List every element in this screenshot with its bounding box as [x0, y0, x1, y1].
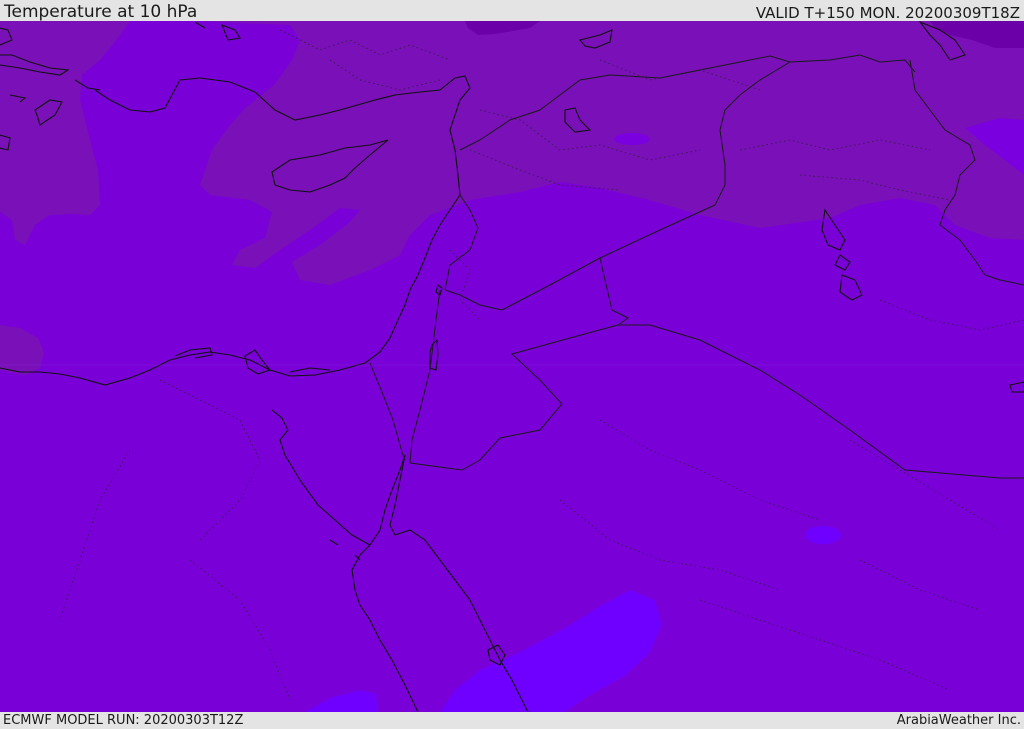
brand-label: ArabiaWeather Inc. [896, 713, 1021, 728]
temperature-blob-north [614, 133, 650, 145]
header-bar: Temperature at 10 hPa VALID T+150 MON. 2… [0, 0, 1024, 21]
temperature-map[interactable] [0, 21, 1024, 712]
footer-bar: ECMWF MODEL RUN: 20200303T12Z ArabiaWeat… [0, 712, 1024, 729]
valid-time: VALID T+150 MON. 20200309T18Z [755, 4, 1020, 22]
map-title: Temperature at 10 hPa [4, 2, 198, 22]
model-run-label: ECMWF MODEL RUN: 20200303T12Z [3, 713, 244, 728]
temperature-blob-east [805, 526, 841, 544]
